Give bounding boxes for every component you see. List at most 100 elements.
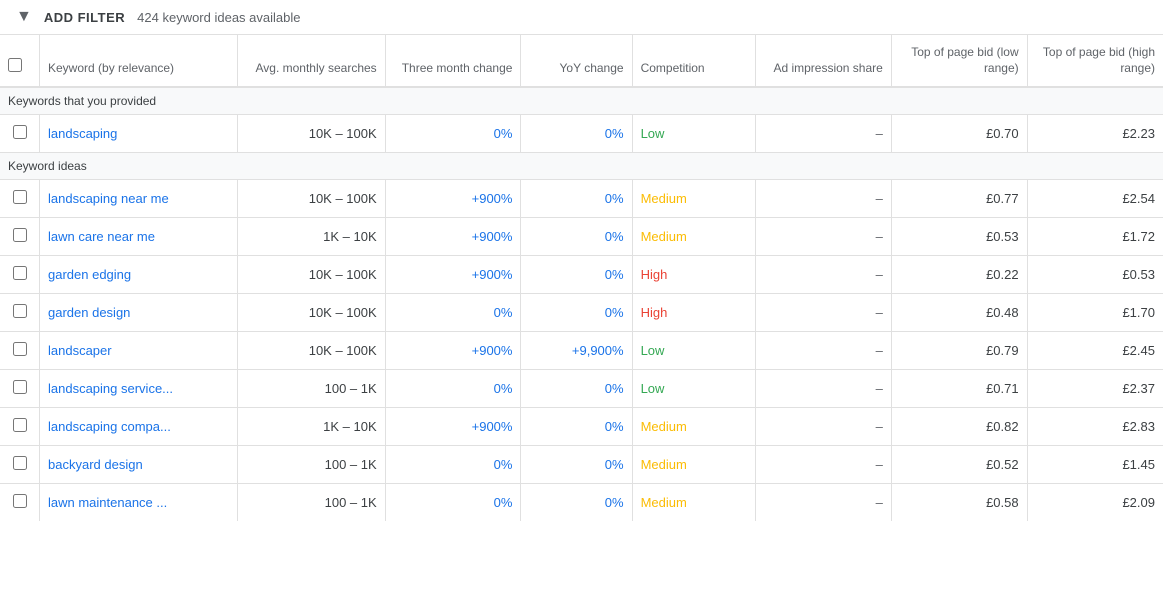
table-row: landscaping service...100 – 1K0%0%Low–£0… — [0, 370, 1163, 408]
top-high-cell: £2.45 — [1027, 332, 1163, 370]
three-month-cell: +900% — [385, 332, 521, 370]
keyword-cell[interactable]: landscaping service... — [40, 370, 238, 408]
row-checkbox-cell[interactable] — [0, 484, 40, 522]
row-checkbox-cell[interactable] — [0, 256, 40, 294]
header-top-low: Top of page bid (low range) — [891, 35, 1027, 87]
keyword-cell[interactable]: lawn care near me — [40, 218, 238, 256]
row-checkbox[interactable] — [13, 228, 27, 242]
row-checkbox[interactable] — [13, 266, 27, 280]
three-month-cell: +900% — [385, 408, 521, 446]
competition-cell: High — [632, 294, 755, 332]
table-row: landscaper10K – 100K+900%+9,900%Low–£0.7… — [0, 332, 1163, 370]
yoy-cell: 0% — [521, 446, 632, 484]
section-header-row: Keyword ideas — [0, 153, 1163, 180]
top-low-cell: £0.79 — [891, 332, 1027, 370]
keyword-cell[interactable]: landscaper — [40, 332, 238, 370]
yoy-cell: 0% — [521, 370, 632, 408]
top-low-cell: £0.58 — [891, 484, 1027, 522]
header-yoy: YoY change — [521, 35, 632, 87]
keyword-cell[interactable]: garden design — [40, 294, 238, 332]
row-checkbox[interactable] — [13, 456, 27, 470]
top-high-cell: £2.83 — [1027, 408, 1163, 446]
header-ad-impression: Ad impression share — [756, 35, 892, 87]
three-month-cell: 0% — [385, 115, 521, 153]
ad-impression-cell: – — [756, 370, 892, 408]
top-low-cell: £0.22 — [891, 256, 1027, 294]
competition-cell: Medium — [632, 180, 755, 218]
competition-cell: Medium — [632, 446, 755, 484]
table-row: landscaping compa...1K – 10K+900%0%Mediu… — [0, 408, 1163, 446]
avg-monthly-cell: 10K – 100K — [237, 256, 385, 294]
keyword-cell[interactable]: landscaping — [40, 115, 238, 153]
header-three-month: Three month change — [385, 35, 521, 87]
avg-monthly-cell: 10K – 100K — [237, 332, 385, 370]
ad-impression-cell: – — [756, 115, 892, 153]
table-row: garden design10K – 100K0%0%High–£0.48£1.… — [0, 294, 1163, 332]
keyword-cell[interactable]: landscaping near me — [40, 180, 238, 218]
keyword-cell[interactable]: garden edging — [40, 256, 238, 294]
three-month-cell: 0% — [385, 484, 521, 522]
yoy-cell: 0% — [521, 180, 632, 218]
ad-impression-cell: – — [756, 180, 892, 218]
three-month-cell: 0% — [385, 446, 521, 484]
table-row: lawn care near me1K – 10K+900%0%Medium–£… — [0, 218, 1163, 256]
add-filter-button[interactable]: ADD FILTER — [44, 10, 125, 25]
yoy-cell: +9,900% — [521, 332, 632, 370]
competition-cell: Low — [632, 370, 755, 408]
yoy-cell: 0% — [521, 484, 632, 522]
header-checkbox-cell[interactable] — [0, 35, 40, 87]
yoy-cell: 0% — [521, 218, 632, 256]
keyword-table: Keyword (by relevance) Avg. monthly sear… — [0, 35, 1163, 521]
keyword-cell[interactable]: lawn maintenance ... — [40, 484, 238, 522]
row-checkbox[interactable] — [13, 304, 27, 318]
competition-cell: Medium — [632, 218, 755, 256]
three-month-cell: 0% — [385, 370, 521, 408]
row-checkbox-cell[interactable] — [0, 294, 40, 332]
row-checkbox-cell[interactable] — [0, 180, 40, 218]
top-high-cell: £2.09 — [1027, 484, 1163, 522]
avg-monthly-cell: 100 – 1K — [237, 370, 385, 408]
yoy-cell: 0% — [521, 115, 632, 153]
row-checkbox[interactable] — [13, 494, 27, 508]
top-high-cell: £0.53 — [1027, 256, 1163, 294]
competition-cell: High — [632, 256, 755, 294]
row-checkbox[interactable] — [13, 418, 27, 432]
top-high-cell: £2.37 — [1027, 370, 1163, 408]
row-checkbox-cell[interactable] — [0, 408, 40, 446]
top-low-cell: £0.82 — [891, 408, 1027, 446]
top-low-cell: £0.71 — [891, 370, 1027, 408]
row-checkbox-cell[interactable] — [0, 370, 40, 408]
keyword-cell[interactable]: backyard design — [40, 446, 238, 484]
avg-monthly-cell: 10K – 100K — [237, 115, 385, 153]
yoy-cell: 0% — [521, 294, 632, 332]
top-low-cell: £0.48 — [891, 294, 1027, 332]
row-checkbox[interactable] — [13, 125, 27, 139]
competition-cell: Low — [632, 115, 755, 153]
row-checkbox-cell[interactable] — [0, 446, 40, 484]
competition-cell: Medium — [632, 484, 755, 522]
row-checkbox[interactable] — [13, 380, 27, 394]
row-checkbox-cell[interactable] — [0, 115, 40, 153]
row-checkbox[interactable] — [13, 190, 27, 204]
row-checkbox-cell[interactable] — [0, 332, 40, 370]
header-competition: Competition — [632, 35, 755, 87]
keyword-cell[interactable]: landscaping compa... — [40, 408, 238, 446]
ad-impression-cell: – — [756, 256, 892, 294]
row-checkbox-cell[interactable] — [0, 218, 40, 256]
top-low-cell: £0.53 — [891, 218, 1027, 256]
competition-cell: Medium — [632, 408, 755, 446]
avg-monthly-cell: 10K – 100K — [237, 180, 385, 218]
avg-monthly-cell: 100 – 1K — [237, 484, 385, 522]
ad-impression-cell: – — [756, 218, 892, 256]
avg-monthly-cell: 100 – 1K — [237, 446, 385, 484]
table-row: landscaping near me10K – 100K+900%0%Medi… — [0, 180, 1163, 218]
avg-monthly-cell: 1K – 10K — [237, 218, 385, 256]
top-low-cell: £0.52 — [891, 446, 1027, 484]
avg-monthly-cell: 10K – 100K — [237, 294, 385, 332]
row-checkbox[interactable] — [13, 342, 27, 356]
avg-monthly-cell: 1K – 10K — [237, 408, 385, 446]
ad-impression-cell: – — [756, 294, 892, 332]
select-all-checkbox[interactable] — [8, 58, 22, 72]
top-low-cell: £0.77 — [891, 180, 1027, 218]
table-header: Keyword (by relevance) Avg. monthly sear… — [0, 35, 1163, 87]
